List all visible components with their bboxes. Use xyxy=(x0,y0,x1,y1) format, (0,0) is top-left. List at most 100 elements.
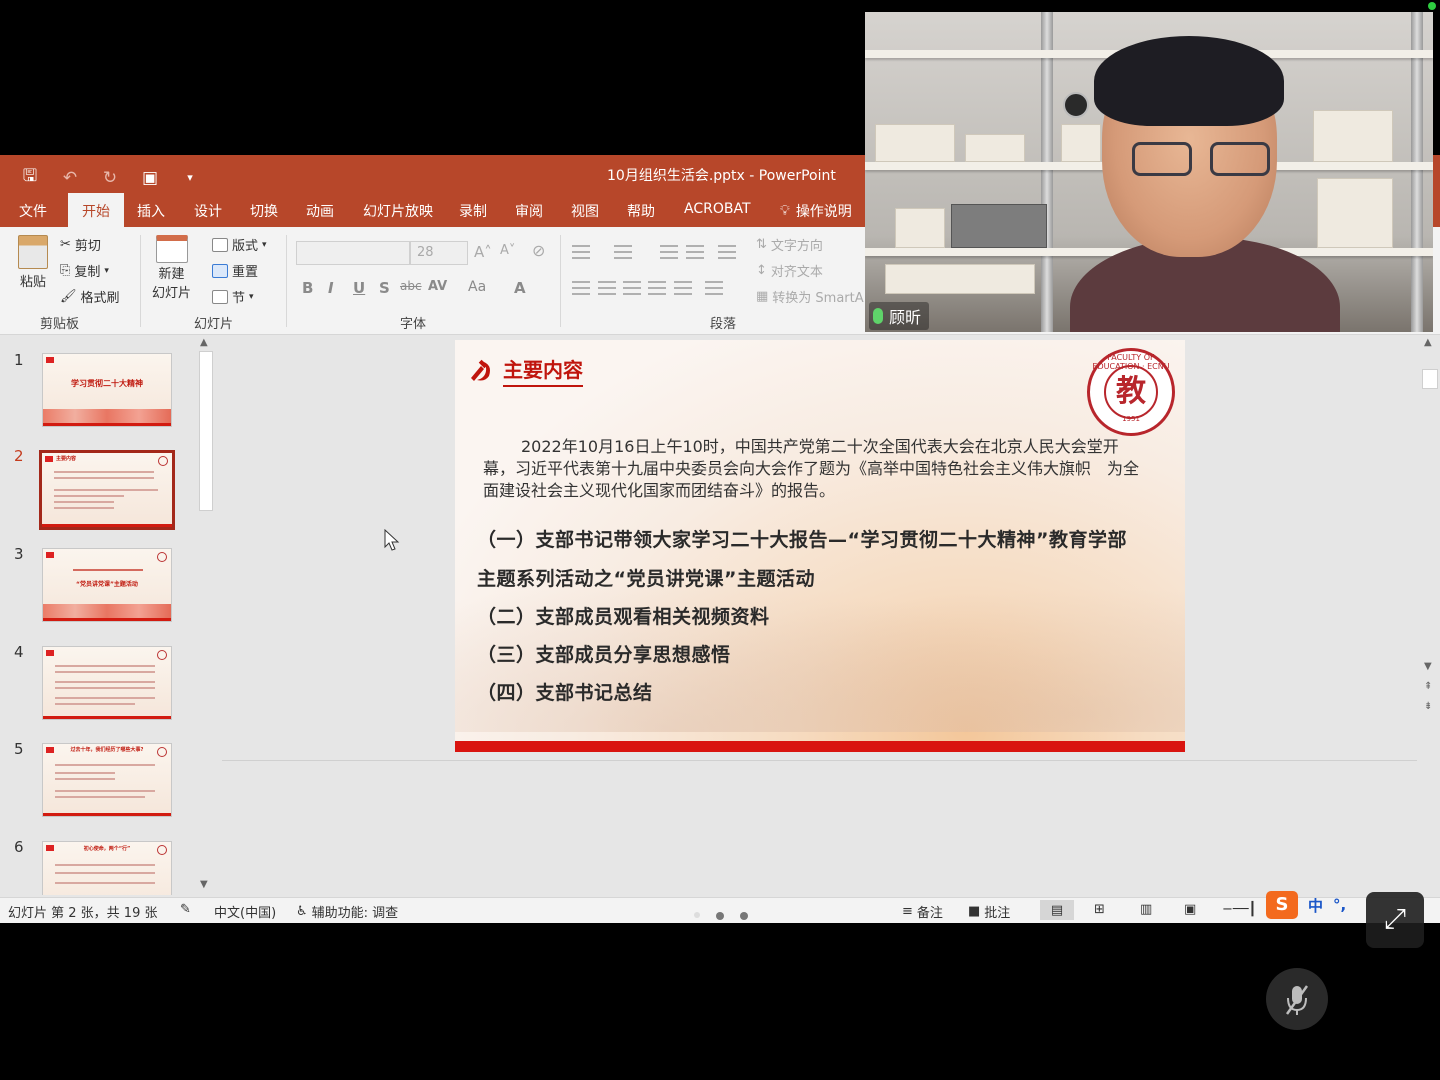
seal-glyph: 教 xyxy=(1104,365,1158,419)
thumbnail-line xyxy=(55,778,115,780)
char-spacing-button[interactable]: AV xyxy=(428,279,447,294)
group-label-slides: 幻灯片 xyxy=(194,317,234,332)
editor-scrollbar[interactable]: ▲ ▼ ⇞ ⇟ xyxy=(1419,335,1440,895)
layout-button[interactable]: 版式 ▾ xyxy=(212,235,267,254)
slide-sorter-icon[interactable]: ⊞ xyxy=(1094,902,1105,917)
thumbnail-title: 初心使命，两个“行” xyxy=(83,846,131,852)
notes-button[interactable]: ≡ 备注 xyxy=(902,902,943,921)
align-text-button[interactable]: ↕ 对齐文本 xyxy=(756,261,823,280)
tab-insert[interactable]: 插入 xyxy=(137,201,165,221)
scroll-thumb[interactable] xyxy=(1422,369,1438,389)
normal-view-icon[interactable]: ▤ xyxy=(1040,900,1074,920)
slide-item: （三）支部成员分享思想感悟 xyxy=(477,644,731,666)
paste-button[interactable]: 粘贴 xyxy=(18,235,48,290)
reset-button[interactable]: 重置 xyxy=(212,261,258,280)
thumbnails-scrollbar[interactable]: ▲ ▼ xyxy=(196,335,216,895)
punctuation-icon[interactable]: °, xyxy=(1333,896,1346,914)
tab-view[interactable]: 视图 xyxy=(571,201,599,221)
bold-button[interactable]: B xyxy=(302,279,313,297)
comments-button[interactable]: ■ 批注 xyxy=(968,902,1010,921)
scroll-down-icon[interactable]: ▼ xyxy=(1424,661,1432,672)
tab-acrobat[interactable]: ACROBAT xyxy=(684,201,751,217)
reading-view-icon[interactable]: ▥ xyxy=(1140,902,1152,917)
increase-indent-icon[interactable] xyxy=(686,245,704,259)
new-slide-button[interactable]: 新建 幻灯片 xyxy=(152,235,191,301)
lightbulb-icon: 💡︎ xyxy=(780,203,790,219)
tab-help[interactable]: 帮助 xyxy=(627,201,655,221)
ime-mode[interactable]: 中 xyxy=(1308,895,1323,916)
section-icon xyxy=(212,289,228,304)
thumbnail-bar xyxy=(43,423,171,426)
convert-smartart-button[interactable]: ▦ 转换为 SmartA xyxy=(756,287,864,306)
numbering-icon[interactable] xyxy=(614,245,632,259)
tab-slideshow[interactable]: 幻灯片放映 xyxy=(363,201,433,221)
ime-toolbar[interactable]: S 中 °, xyxy=(1266,891,1346,919)
pager-dot[interactable] xyxy=(694,912,700,918)
font-size-input[interactable]: 28 xyxy=(410,241,468,265)
scroll-down-icon[interactable]: ▼ xyxy=(200,879,208,890)
bullets-icon[interactable] xyxy=(572,245,590,259)
text-direction-button[interactable]: ⇅ 文字方向 xyxy=(756,235,823,254)
zoom-slider[interactable]: −──┃ xyxy=(1222,902,1256,917)
strikethrough-button[interactable]: abc xyxy=(400,279,422,293)
section-button[interactable]: 节 ▾ xyxy=(212,287,254,306)
clear-format-icon[interactable]: ⊘ xyxy=(532,241,545,260)
justify-icon[interactable] xyxy=(648,281,666,295)
distributed-icon[interactable] xyxy=(674,281,692,295)
align-center-icon[interactable] xyxy=(598,281,616,295)
scroll-up-icon[interactable]: ▲ xyxy=(200,337,208,348)
tab-home[interactable]: 开始 xyxy=(68,193,124,227)
format-painter-button[interactable]: 🖌︎ 格式刷 xyxy=(60,287,120,306)
thumbnail-line xyxy=(55,790,155,792)
layout-label: 版式 xyxy=(232,239,259,254)
slide-canvas[interactable]: 主要内容 FACULTY OF EDUCATION · ECNU 教 1951 … xyxy=(455,340,1185,752)
decrease-indent-icon[interactable] xyxy=(660,245,678,259)
thumbnail-slide-3[interactable]: “党员讲党课”主题活动 xyxy=(42,548,172,622)
scroll-up-icon[interactable]: ▲ xyxy=(1424,337,1432,348)
copy-icon: ⎘ xyxy=(60,263,71,278)
line-spacing-icon[interactable] xyxy=(718,245,736,259)
pager-dot[interactable] xyxy=(740,912,748,920)
italic-button[interactable]: I xyxy=(328,279,334,297)
tab-animations[interactable]: 动画 xyxy=(306,201,334,221)
tab-design[interactable]: 设计 xyxy=(194,201,222,221)
thumbnail-title: 主要内容 xyxy=(56,456,77,462)
tell-me[interactable]: 💡︎ 操作说明 xyxy=(780,201,852,221)
tab-record[interactable]: 录制 xyxy=(459,201,487,221)
language-indicator[interactable]: 中文(中国) xyxy=(214,902,276,921)
spellcheck-icon[interactable]: ✎ xyxy=(180,902,191,917)
font-color-button[interactable]: A xyxy=(514,279,526,297)
underline-button[interactable]: U xyxy=(353,279,365,297)
microphone-muted-icon[interactable] xyxy=(1266,968,1328,1030)
copy-button[interactable]: ⎘ 复制 ▾ xyxy=(60,261,109,280)
align-right-icon[interactable] xyxy=(623,281,641,295)
align-text-icon: ↕ xyxy=(756,263,767,278)
next-slide-icon[interactable]: ⇟ xyxy=(1424,701,1432,712)
align-left-icon[interactable] xyxy=(572,281,590,295)
scroll-thumb[interactable] xyxy=(199,351,213,511)
font-family-input[interactable] xyxy=(296,241,410,265)
tab-file[interactable]: 文件 xyxy=(19,201,47,221)
slideshow-view-icon[interactable]: ▣ xyxy=(1184,902,1196,917)
previous-slide-icon[interactable]: ⇞ xyxy=(1424,681,1432,692)
tab-review[interactable]: 审阅 xyxy=(515,201,543,221)
thumbnail-slide-1[interactable]: 学习贯彻二十大精神 xyxy=(42,353,172,427)
shrink-font-button[interactable]: A˅ xyxy=(500,243,515,258)
thumbnail-slide-5[interactable]: 过去十年，我们经历了哪些大事? xyxy=(42,743,172,817)
change-case-button[interactable]: Aa xyxy=(468,279,486,295)
shadow-button[interactable]: S xyxy=(379,279,390,297)
glasses-right xyxy=(1210,142,1270,176)
expand-icon[interactable]: ⤢ xyxy=(1366,892,1424,948)
grow-font-button[interactable]: A˄ xyxy=(474,243,492,261)
tab-transitions[interactable]: 切换 xyxy=(250,201,278,221)
chevron-down-icon: ▾ xyxy=(249,291,254,302)
cut-button[interactable]: ✂ 剪切 xyxy=(60,235,101,254)
video-tile[interactable]: 顾昕 xyxy=(865,12,1433,332)
columns-icon[interactable] xyxy=(705,281,723,295)
glasses-left xyxy=(1132,142,1192,176)
thumbnail-slide-6[interactable]: 初心使命，两个“行” xyxy=(42,841,172,895)
thumbnail-slide-2[interactable]: 主要内容 xyxy=(39,450,175,530)
pager-dot[interactable] xyxy=(716,912,724,920)
accessibility-button[interactable]: ♿ 辅助功能: 调查 xyxy=(296,902,398,921)
thumbnail-slide-4[interactable] xyxy=(42,646,172,720)
